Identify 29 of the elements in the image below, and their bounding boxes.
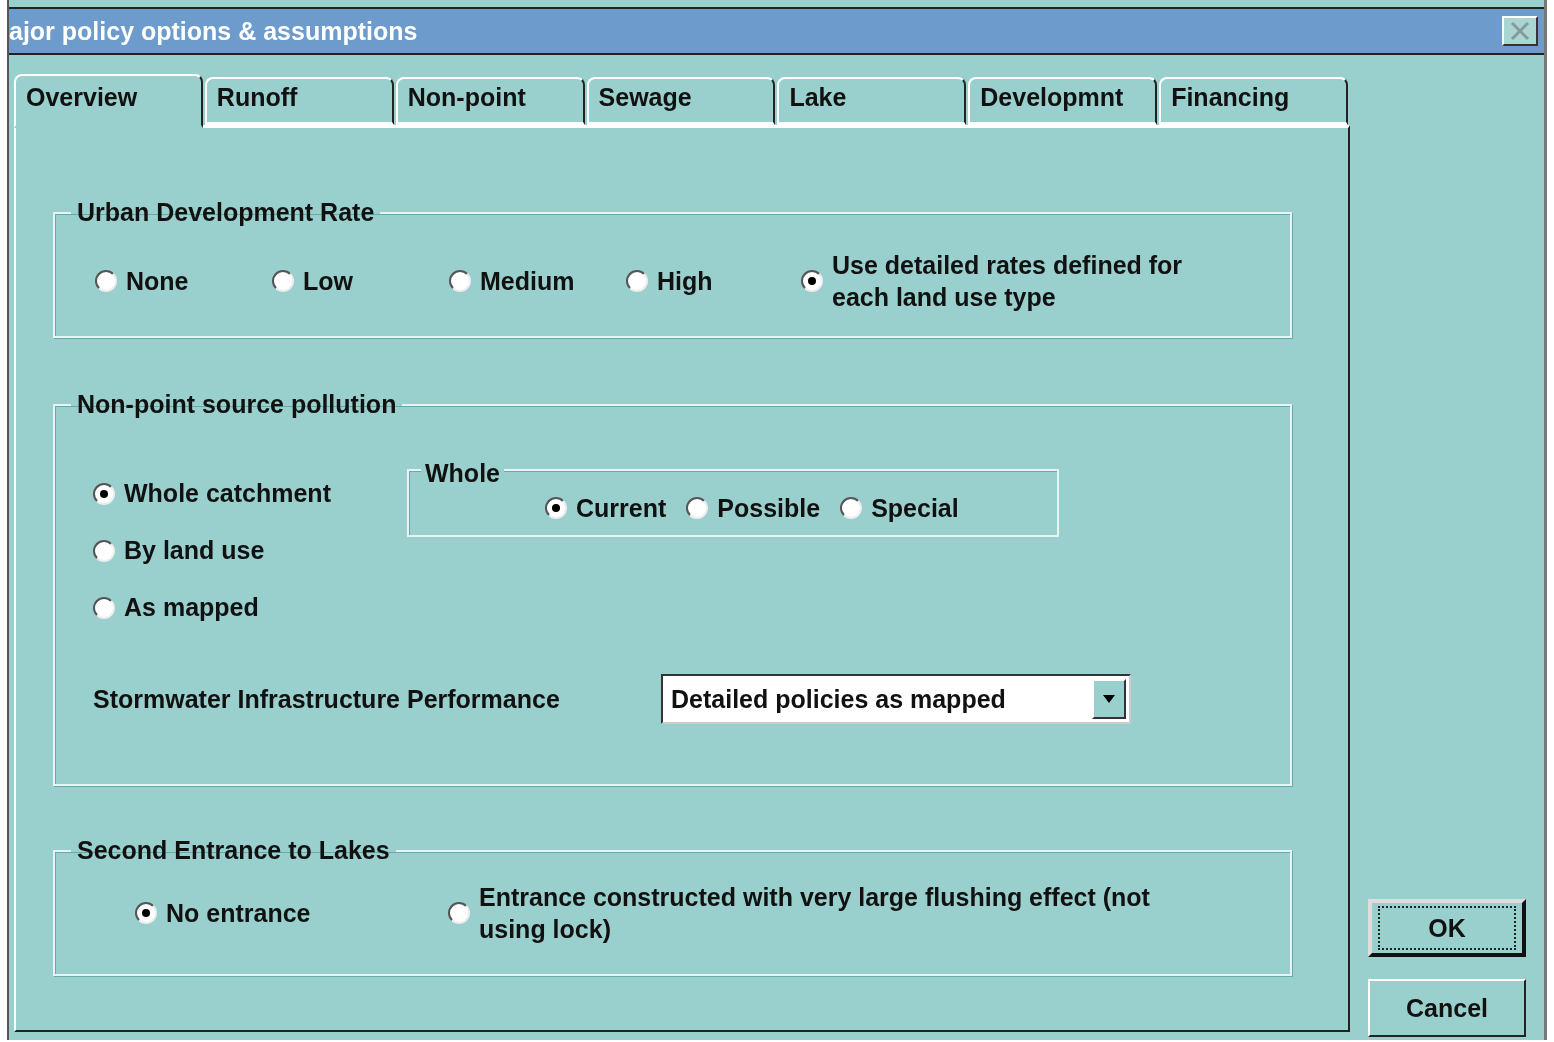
group-label: Second Entrance to Lakes — [76, 836, 391, 865]
radio-option[interactable]: Whole catchment — [93, 479, 407, 508]
radio-option[interactable]: By land use — [93, 536, 407, 565]
radio-option[interactable]: Low — [272, 266, 449, 296]
radio-option[interactable]: Special — [840, 493, 959, 523]
radio-option[interactable]: Medium — [449, 266, 626, 296]
radio-option[interactable]: Current — [545, 493, 667, 523]
field-label: Stormwater Infrastructure Performance — [93, 684, 561, 714]
dialog-button[interactable]: Cancel — [1368, 979, 1526, 1037]
tab[interactable]: Lake — [777, 77, 967, 125]
tab[interactable]: Overview — [14, 74, 203, 128]
group-label: Urban Development Rate — [76, 198, 376, 227]
radio-option[interactable]: Entrance constructed with very large flushing effect (not using lock) — [448, 881, 1219, 945]
radio-option[interactable]: High — [626, 266, 801, 296]
tab[interactable]: Financing — [1159, 77, 1348, 125]
dropdown-field[interactable]: Detailed policies as mapped — [661, 674, 1131, 724]
tab[interactable]: Sewage — [586, 77, 776, 125]
radio-option[interactable]: Possible — [686, 493, 821, 523]
tab[interactable]: Non-point — [395, 77, 585, 125]
radio-option[interactable]: Use detailed rates defined for each land use type — [801, 249, 1212, 313]
tab[interactable]: Runoff — [204, 77, 394, 125]
close-button[interactable] — [1502, 16, 1538, 46]
radio-option[interactable]: As mapped — [93, 593, 407, 622]
radio-option[interactable]: None — [95, 266, 272, 296]
tab[interactable]: Developmnt — [968, 77, 1158, 125]
dialog-button[interactable]: OK — [1368, 899, 1526, 957]
radio-option[interactable]: No entrance — [135, 898, 448, 928]
window-title: ajor policy options & assumptions — [9, 16, 418, 46]
group-label: Non-point source pollution — [76, 390, 398, 419]
